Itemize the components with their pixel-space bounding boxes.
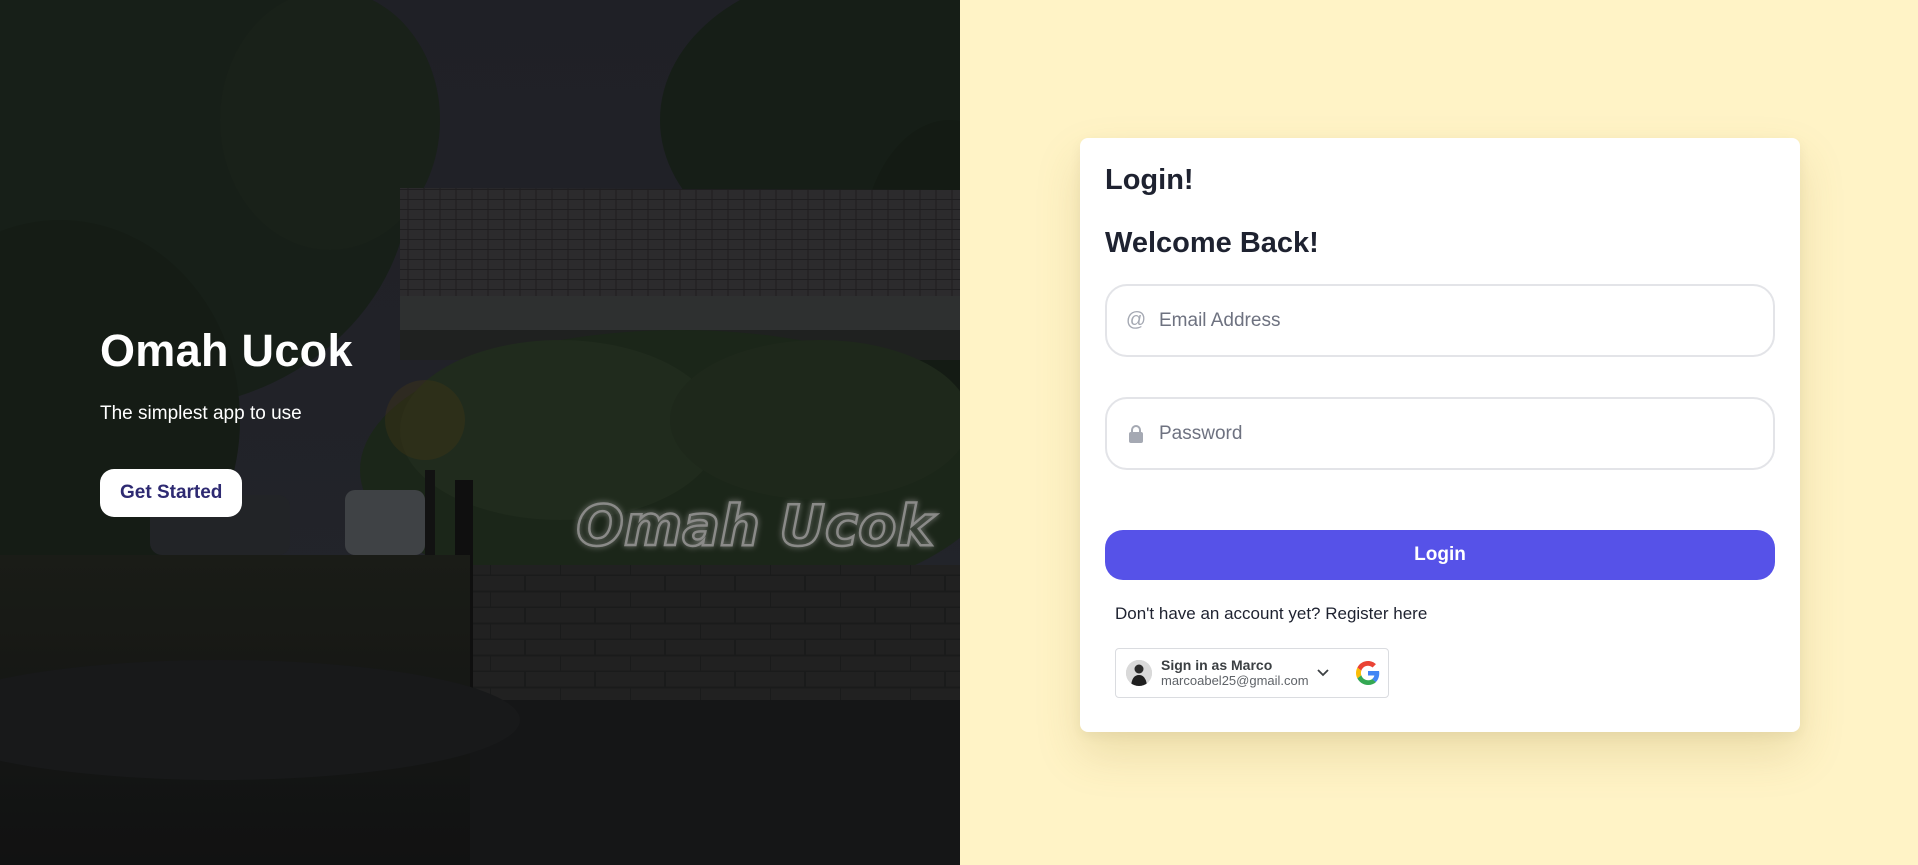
password-input[interactable] — [1157, 421, 1761, 446]
get-started-button[interactable]: Get Started — [100, 469, 243, 517]
welcome-heading: Welcome Back! — [1105, 227, 1319, 259]
register-link[interactable]: Don't have an account yet? Register here — [1115, 604, 1775, 624]
google-logo-icon — [1356, 661, 1380, 685]
hero-title: Omah Ucok — [100, 325, 353, 376]
at-icon: @ — [1125, 309, 1147, 331]
hero-content: Omah Ucok The simplest app to use Get St… — [100, 325, 353, 517]
login-submit-button[interactable]: Login — [1105, 530, 1775, 580]
avatar — [1126, 660, 1152, 686]
chevron-down-icon[interactable] — [1316, 666, 1329, 680]
google-account-email: marcoabel25@gmail.com — [1161, 672, 1309, 688]
hero-subtitle: The simplest app to use — [100, 403, 302, 424]
google-signin-button[interactable]: Sign in as Marco marcoabel25@gmail.com — [1115, 648, 1389, 698]
lock-icon — [1125, 424, 1147, 444]
email-input[interactable] — [1157, 308, 1761, 333]
email-field: @ — [1105, 284, 1775, 357]
google-signin-title: Sign in as Marco — [1161, 657, 1273, 674]
hero-section: Omah Ucok Omah Ucok The simplest app to … — [0, 0, 960, 865]
password-field — [1105, 397, 1775, 470]
login-card: Login! Welcome Back! @ Login Don't have … — [1080, 138, 1800, 732]
login-page: Omah Ucok Omah Ucok The simplest app to … — [0, 0, 1918, 865]
google-account-info: Sign in as Marco marcoabel25@gmail.com — [1161, 657, 1309, 688]
login-heading: Login! — [1105, 164, 1194, 196]
login-panel: Login! Welcome Back! @ Login Don't have … — [960, 0, 1918, 865]
